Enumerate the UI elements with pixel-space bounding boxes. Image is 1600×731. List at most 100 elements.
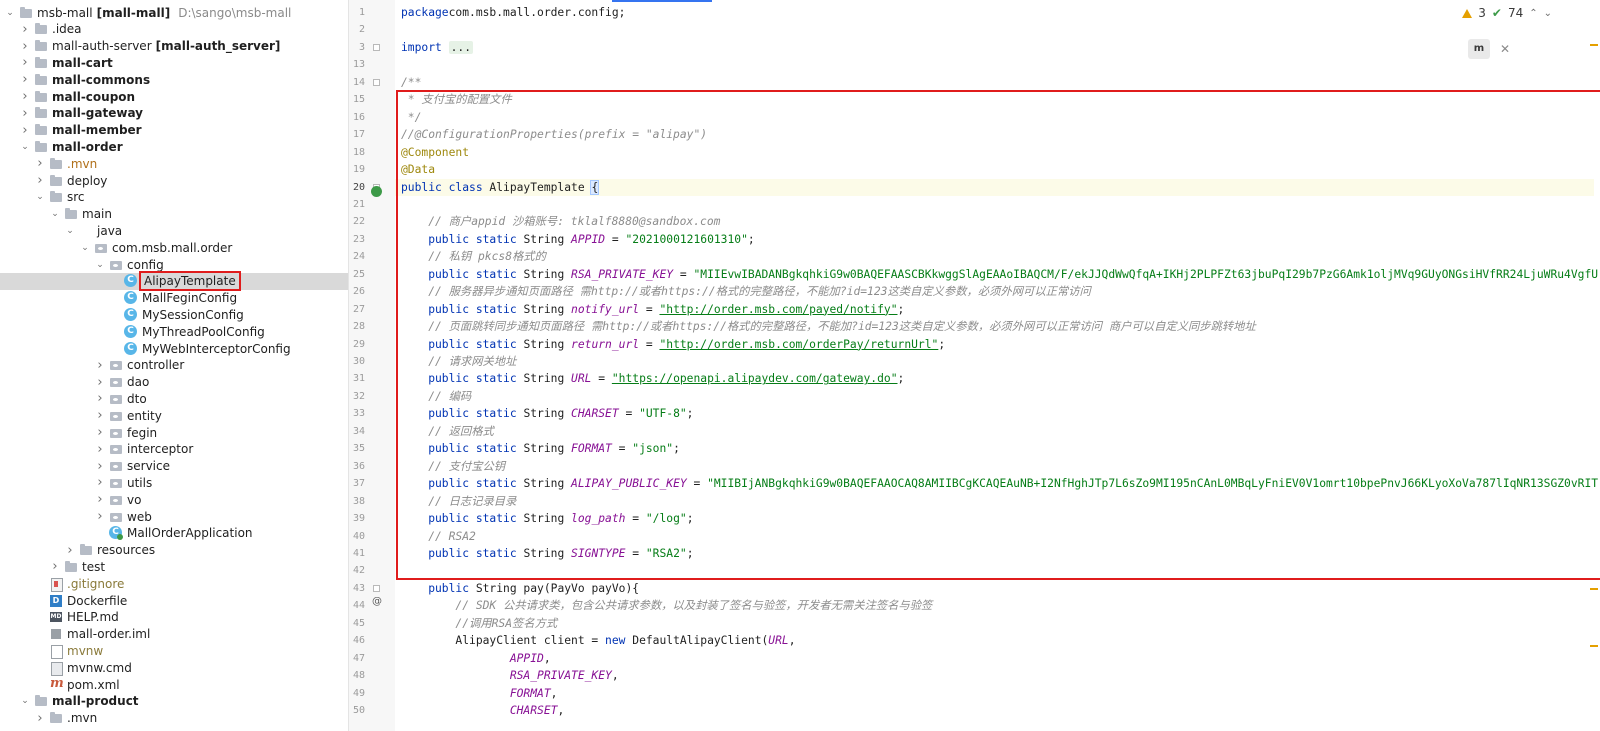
folded-imports[interactable]: ... bbox=[448, 40, 474, 54]
chevron-down-icon[interactable]: ⌄ bbox=[94, 256, 106, 273]
line-number[interactable]: 21 bbox=[349, 196, 365, 213]
line-number[interactable]: 20 bbox=[349, 179, 365, 196]
tree-item[interactable]: MallOrderApplication bbox=[0, 525, 348, 542]
line-number[interactable]: 44 bbox=[349, 597, 365, 614]
line-number[interactable]: 18 bbox=[349, 144, 365, 161]
code-line[interactable]: /** bbox=[401, 74, 421, 91]
code-line[interactable]: // 日志记录目录 bbox=[401, 493, 516, 510]
chevron-right-icon[interactable]: › bbox=[64, 542, 76, 559]
line-number[interactable]: 23 bbox=[349, 231, 365, 248]
line-number[interactable]: 39 bbox=[349, 510, 365, 527]
code-line[interactable]: packagecom.msb.mall.order.config; bbox=[401, 4, 625, 21]
line-number[interactable]: 45 bbox=[349, 615, 365, 632]
code-line[interactable]: //@ConfigurationProperties(prefix = "ali… bbox=[401, 126, 707, 143]
code-line[interactable]: // 服务器异步通知页面路径 需http://或者https://格式的完整路径… bbox=[401, 283, 1091, 300]
tree-item[interactable]: MySessionConfig bbox=[0, 306, 348, 323]
tree-item[interactable]: MyWebInterceptorConfig bbox=[0, 340, 348, 357]
tree-item[interactable]: mall-order.iml bbox=[0, 626, 348, 643]
code-line[interactable]: public static String ALIPAY_PUBLIC_KEY =… bbox=[401, 475, 1598, 492]
line-number[interactable]: 31 bbox=[349, 370, 365, 387]
code-token[interactable]: "http://order.msb.com/orderPay/returnUrl… bbox=[659, 338, 938, 351]
tree-item[interactable]: › mall-gateway bbox=[0, 105, 348, 122]
tree-item[interactable]: ⌄ mall-product bbox=[0, 693, 348, 710]
line-number[interactable]: 25 bbox=[349, 266, 365, 283]
tree-item[interactable]: › web bbox=[0, 508, 348, 525]
tree-item[interactable]: ⌄ mall-order bbox=[0, 138, 348, 155]
chevron-right-icon[interactable]: › bbox=[19, 122, 31, 139]
code-line[interactable]: //调用RSA签名方式 bbox=[401, 615, 557, 632]
tree-item[interactable]: › controller bbox=[0, 357, 348, 374]
code-line[interactable]: // 编码 bbox=[401, 388, 471, 405]
tree-item[interactable]: › deploy bbox=[0, 172, 348, 189]
code-line[interactable]: // 私钥 pkcs8格式的 bbox=[401, 248, 546, 265]
tree-item[interactable]: Dockerfile bbox=[0, 592, 348, 609]
code-line[interactable]: @Data bbox=[401, 161, 435, 178]
chevron-right-icon[interactable]: › bbox=[94, 407, 106, 424]
tree-item[interactable]: › utils bbox=[0, 474, 348, 491]
fold-toggle-icon[interactable] bbox=[373, 78, 380, 86]
tree-item[interactable]: › vo bbox=[0, 491, 348, 508]
line-number[interactable]: 35 bbox=[349, 440, 365, 457]
maven-reload-icon[interactable]: m bbox=[1468, 39, 1490, 59]
line-number[interactable]: 19 bbox=[349, 161, 365, 178]
code-line[interactable]: import ... bbox=[401, 39, 474, 56]
chevron-right-icon[interactable]: › bbox=[94, 374, 106, 391]
line-number[interactable]: 17 bbox=[349, 126, 365, 143]
code-line[interactable]: AlipayClient client = new DefaultAlipayC… bbox=[401, 632, 795, 649]
chevron-right-icon[interactable]: › bbox=[19, 105, 31, 122]
close-icon[interactable]: ✕ bbox=[1500, 42, 1510, 56]
chevron-right-icon[interactable]: › bbox=[94, 357, 106, 374]
chevron-right-icon[interactable]: › bbox=[94, 458, 106, 475]
code-line[interactable]: public String pay(PayVo payVo){ bbox=[401, 580, 639, 597]
tree-item[interactable]: › dao bbox=[0, 374, 348, 391]
spring-bean-icon[interactable] bbox=[371, 186, 382, 197]
line-number[interactable]: 41 bbox=[349, 545, 365, 562]
tree-item[interactable]: › service bbox=[0, 458, 348, 475]
line-number[interactable]: 29 bbox=[349, 336, 365, 353]
chevron-right-icon[interactable]: › bbox=[34, 155, 46, 172]
code-line[interactable]: public class AlipayTemplate { bbox=[395, 178, 1594, 196]
line-number[interactable]: 43 bbox=[349, 580, 365, 597]
chevron-right-icon[interactable]: › bbox=[94, 441, 106, 458]
tree-item[interactable]: ⌄ java bbox=[0, 222, 348, 239]
tree-item[interactable]: › interceptor bbox=[0, 441, 348, 458]
tree-item[interactable]: ⌄ msb-mall [mall-mall] D:\sango\msb-mall bbox=[0, 4, 348, 21]
line-number[interactable]: 30 bbox=[349, 353, 365, 370]
code-line[interactable]: RSA_PRIVATE_KEY, bbox=[401, 667, 619, 684]
chevron-right-icon[interactable]: › bbox=[94, 424, 106, 441]
tree-item[interactable]: › test bbox=[0, 558, 348, 575]
code-line[interactable]: public static String FORMAT = "json"; bbox=[401, 440, 680, 457]
code-token[interactable]: "http://order.msb.com/payed/notify" bbox=[659, 303, 897, 316]
tree-item[interactable]: › mall-commons bbox=[0, 71, 348, 88]
tree-item[interactable]: ⌄ main bbox=[0, 206, 348, 223]
tree-item[interactable]: › resources bbox=[0, 542, 348, 559]
line-number[interactable]: 40 bbox=[349, 528, 365, 545]
line-number[interactable]: 24 bbox=[349, 248, 365, 265]
chevron-right-icon[interactable]: › bbox=[19, 38, 31, 55]
tree-item[interactable]: MallFeginConfig bbox=[0, 290, 348, 307]
code-line[interactable]: public static String return_url = "http:… bbox=[401, 336, 945, 353]
line-number[interactable]: 49 bbox=[349, 685, 365, 702]
code-line[interactable]: public static String URL = "https://open… bbox=[401, 370, 904, 387]
line-number[interactable]: 15 bbox=[349, 91, 365, 108]
chevron-right-icon[interactable]: › bbox=[49, 558, 61, 575]
tree-item[interactable]: › fegin bbox=[0, 424, 348, 441]
annotation-gutter-icon[interactable]: @ bbox=[372, 596, 382, 607]
maven-reload-popup[interactable]: m ✕ bbox=[1468, 38, 1530, 60]
tree-item[interactable]: ⌄ com.msb.mall.order bbox=[0, 239, 348, 256]
tree-item[interactable]: mvnw bbox=[0, 642, 348, 659]
chevron-right-icon[interactable]: › bbox=[19, 71, 31, 88]
project-tree[interactable]: ⌄ msb-mall [mall-mall] D:\sango\msb-mall › .i… bbox=[0, 0, 349, 731]
code-line[interactable]: APPID, bbox=[401, 650, 551, 667]
code-line[interactable]: // RSA2 bbox=[401, 528, 476, 545]
fold-toggle-icon[interactable] bbox=[373, 584, 380, 592]
chevron-right-icon[interactable]: › bbox=[94, 508, 106, 525]
line-number[interactable]: 27 bbox=[349, 301, 365, 318]
code-line[interactable]: // 返回格式 bbox=[401, 423, 494, 440]
code-line[interactable]: // 支付宝公钥 bbox=[401, 458, 505, 475]
tree-item[interactable]: › entity bbox=[0, 407, 348, 424]
chevron-right-icon[interactable]: › bbox=[94, 491, 106, 508]
line-number[interactable]: 2 bbox=[349, 21, 365, 38]
line-number[interactable]: 28 bbox=[349, 318, 365, 335]
code-line[interactable]: CHARSET, bbox=[401, 702, 564, 719]
